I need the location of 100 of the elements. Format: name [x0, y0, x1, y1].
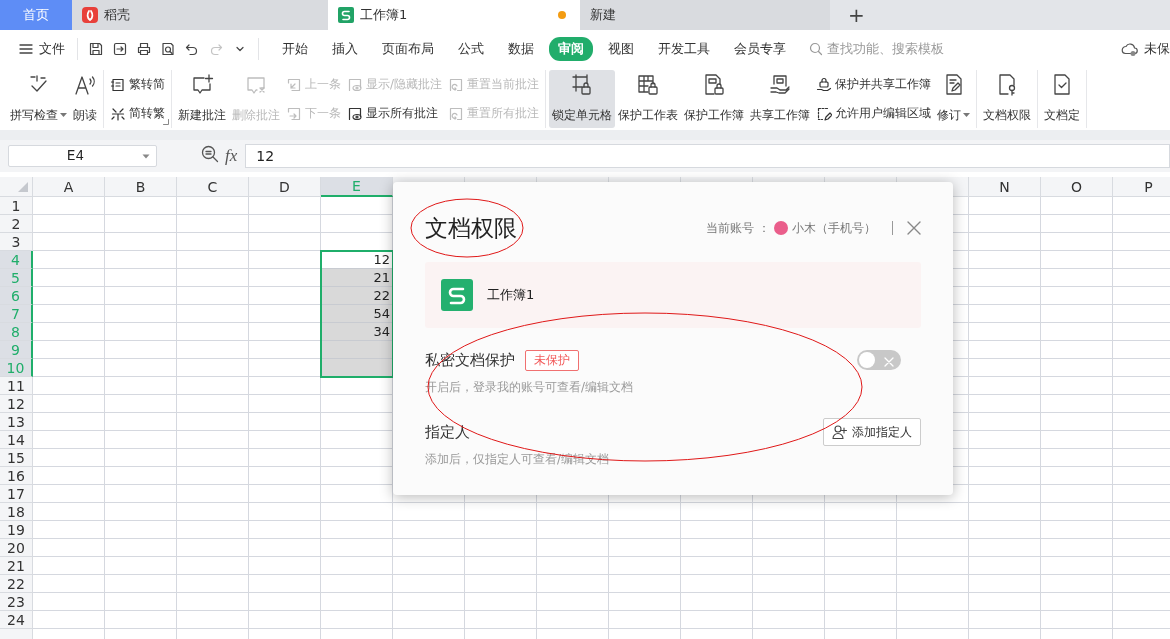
table-cell[interactable]: 21: [321, 269, 393, 287]
table-cell[interactable]: [321, 341, 393, 359]
spreadsheet-app-icon: [338, 7, 354, 23]
function-button[interactable]: fx: [225, 146, 238, 166]
ribbon-tab[interactable]: 公式: [449, 36, 493, 61]
row-header[interactable]: 3: [0, 233, 33, 251]
table-cell[interactable]: 54: [321, 305, 393, 323]
ribbon-button[interactable]: 允许用户编辑区域: [814, 103, 934, 124]
ribbon-button[interactable]: 保护工作表: [615, 70, 682, 128]
document-tab[interactable]: 工作簿1: [328, 0, 580, 30]
spreadsheet-app-icon: [441, 279, 473, 311]
ribbon-button[interactable]: 保护并共享工作簿: [814, 74, 934, 95]
ribbon-button[interactable]: 文档权限: [980, 70, 1035, 128]
ribbon-button[interactable]: 朗读: [70, 70, 100, 128]
file-name: 工作簿1: [487, 286, 535, 304]
document-tab[interactable]: 新建: [580, 0, 830, 30]
ribbon-button[interactable]: 新建批注: [175, 70, 229, 128]
comment-eye-icon: [347, 76, 363, 93]
export-icon: [112, 40, 128, 57]
ribbon-tab[interactable]: 开发工具: [649, 36, 719, 61]
table-cell[interactable]: 22: [321, 287, 393, 305]
ribbon-tab[interactable]: 页面布局: [373, 36, 443, 61]
close-icon: [907, 221, 921, 235]
toggle-switch[interactable]: [857, 350, 901, 370]
next-icon: [286, 105, 302, 122]
ribbon-tab[interactable]: 插入: [323, 36, 367, 61]
cloud-status-button[interactable]: 未保: [1115, 36, 1170, 61]
column-header[interactable]: B: [105, 177, 177, 197]
ribbon-button[interactable]: 修订: [934, 70, 974, 128]
previous-icon: [286, 76, 302, 93]
table-cell[interactable]: 34: [321, 323, 393, 341]
ribbon-tab[interactable]: 会员专享: [725, 36, 795, 61]
section-title: 私密文档保护: [425, 350, 515, 370]
tab-label: 首页: [23, 6, 49, 24]
row-header[interactable]: 17: [0, 485, 33, 503]
column-header[interactable]: P: [1113, 177, 1170, 197]
row-header[interactable]: 18: [0, 503, 33, 521]
row-header[interactable]: 20: [0, 539, 33, 557]
new-tab-button[interactable]: +: [842, 0, 871, 30]
row-header[interactable]: 13: [0, 413, 33, 431]
dialog-title: 文档权限: [425, 213, 517, 243]
comment-reset-icon: [448, 76, 465, 93]
print-icon: [136, 40, 152, 57]
ribbon-button[interactable]: 拼写检查: [7, 70, 70, 128]
row-header[interactable]: 2: [0, 215, 33, 233]
row-header[interactable]: 14: [0, 431, 33, 449]
person-add-icon: [832, 424, 848, 440]
ribbon-tab[interactable]: 数据: [499, 36, 543, 61]
row-header[interactable]: 1: [0, 197, 33, 215]
tab-label: 稻壳: [104, 6, 130, 24]
close-button[interactable]: [907, 221, 921, 235]
document-tab[interactable]: 稻壳: [72, 0, 328, 30]
file-menu-button[interactable]: 文件: [12, 36, 71, 61]
select-all-icon: [17, 181, 29, 193]
print-preview-icon: [160, 40, 176, 57]
tab-label: 工作簿1: [360, 6, 408, 24]
section-title: 指定人: [425, 422, 470, 442]
row-header[interactable]: 19: [0, 521, 33, 539]
ribbon-button[interactable]: 简转繁: [108, 103, 167, 124]
ribbon-tab[interactable]: 视图: [599, 36, 643, 61]
row-header[interactable]: 11: [0, 377, 33, 395]
row-header[interactable]: 12: [0, 395, 33, 413]
account-label: 当前账号 ：: [706, 219, 770, 237]
ribbon-button[interactable]: 保护工作簿: [681, 70, 748, 128]
avatar-icon: [774, 221, 788, 235]
ribbon-tab[interactable]: 开始: [273, 36, 317, 61]
column-header[interactable]: C: [177, 177, 249, 197]
add-person-button[interactable]: 添加指定人: [823, 418, 921, 446]
formula-input[interactable]: 12: [245, 144, 1170, 168]
name-box[interactable]: E4: [8, 145, 157, 167]
row-header[interactable]: 15: [0, 449, 33, 467]
column-header[interactable]: D: [249, 177, 321, 197]
table-cell[interactable]: [321, 359, 393, 377]
zoom-icon: [201, 145, 219, 163]
column-header[interactable]: N: [969, 177, 1041, 197]
search-icon: [809, 41, 823, 56]
ribbon-button[interactable]: 繁转简: [108, 74, 167, 95]
column-header[interactable]: O: [1041, 177, 1113, 197]
row-header[interactable]: 16: [0, 467, 33, 485]
row-header[interactable]: 22: [0, 575, 33, 593]
row-header[interactable]: 23: [0, 593, 33, 611]
comment-reset-icon: [448, 105, 465, 122]
row-header[interactable]: 21: [0, 557, 33, 575]
cross-icon: [884, 357, 894, 367]
sheet-lock-icon: [636, 73, 661, 97]
dashed-pencil-icon: [816, 105, 833, 122]
column-header[interactable]: A: [33, 177, 105, 197]
comment-eye-icon: [347, 105, 363, 122]
ribbon-button[interactable]: 文档定: [1041, 70, 1084, 128]
row-header[interactable]: 24: [0, 611, 33, 629]
leaf-logo-icon: [82, 7, 98, 23]
ribbon-button[interactable]: 共享工作簿: [747, 70, 814, 128]
save-icon: [88, 40, 104, 57]
status-badge: 未保护: [525, 349, 579, 371]
caret-icon: [142, 153, 150, 159]
account-name: 小木（手机号）: [792, 219, 876, 237]
ribbon-button[interactable]: 锁定单元格: [549, 70, 616, 128]
cloud-icon: [1121, 40, 1139, 57]
ribbon-button[interactable]: 显示所有批注: [345, 103, 445, 124]
convert-icon: [110, 76, 126, 93]
